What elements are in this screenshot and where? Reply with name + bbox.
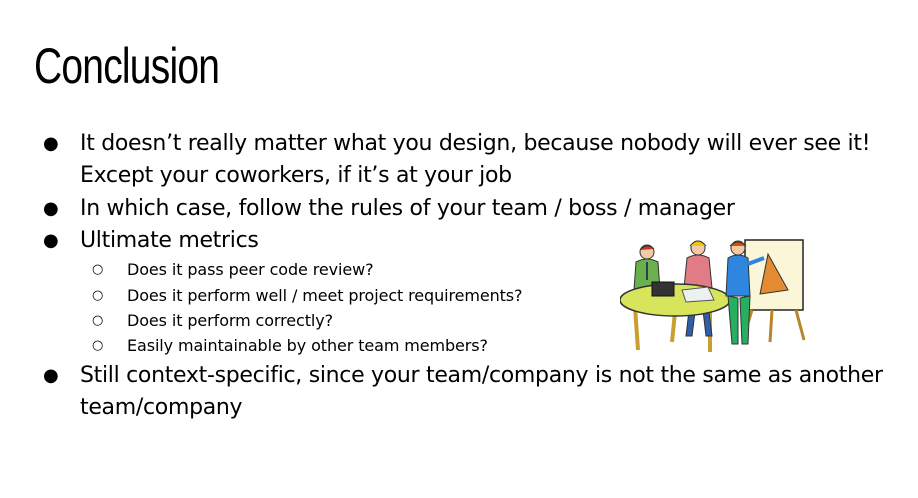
sub-bullet-marker: ○ [92, 262, 104, 277]
bullet-marker: ● [43, 198, 59, 219]
person-body [683, 254, 713, 289]
sub-bullet-text: Does it pass peer code review? [127, 260, 374, 279]
easel-leg [768, 309, 774, 343]
sub-bullet-marker: ○ [92, 338, 104, 353]
sub-bullet-text: Easily maintainable by other team member… [127, 336, 488, 355]
team-meeting-clipart-icon [620, 239, 806, 352]
person-hair [729, 241, 747, 247]
person-leg [727, 295, 739, 345]
person-hair [689, 240, 707, 247]
laptop [651, 281, 675, 297]
sub-bullet-text: Does it perform correctly? [127, 311, 333, 330]
easel-leg [794, 309, 806, 341]
papers [681, 286, 715, 303]
bullet-text: It doesn’t really matter what you design… [80, 131, 871, 156]
bullet-text: Ultimate metrics [80, 228, 259, 253]
bullet-text: Still context-specific, since your team/… [80, 363, 883, 388]
bullet-marker: ● [43, 230, 59, 251]
person-leg [739, 295, 751, 345]
bullet-marker: ● [43, 133, 59, 154]
bullet-text-continued: team/company [80, 395, 243, 420]
table-leg [633, 306, 640, 351]
bullet-text-continued: Except your coworkers, if it’s at your j… [80, 163, 512, 188]
sub-bullet-marker: ○ [92, 313, 104, 328]
bullet-marker: ● [43, 365, 59, 386]
bullet-text: In which case, follow the rules of your … [80, 196, 735, 221]
sub-bullet-marker: ○ [92, 288, 104, 303]
person-body [725, 254, 751, 297]
sub-bullet-text: Does it perform well / meet project requ… [127, 286, 523, 305]
